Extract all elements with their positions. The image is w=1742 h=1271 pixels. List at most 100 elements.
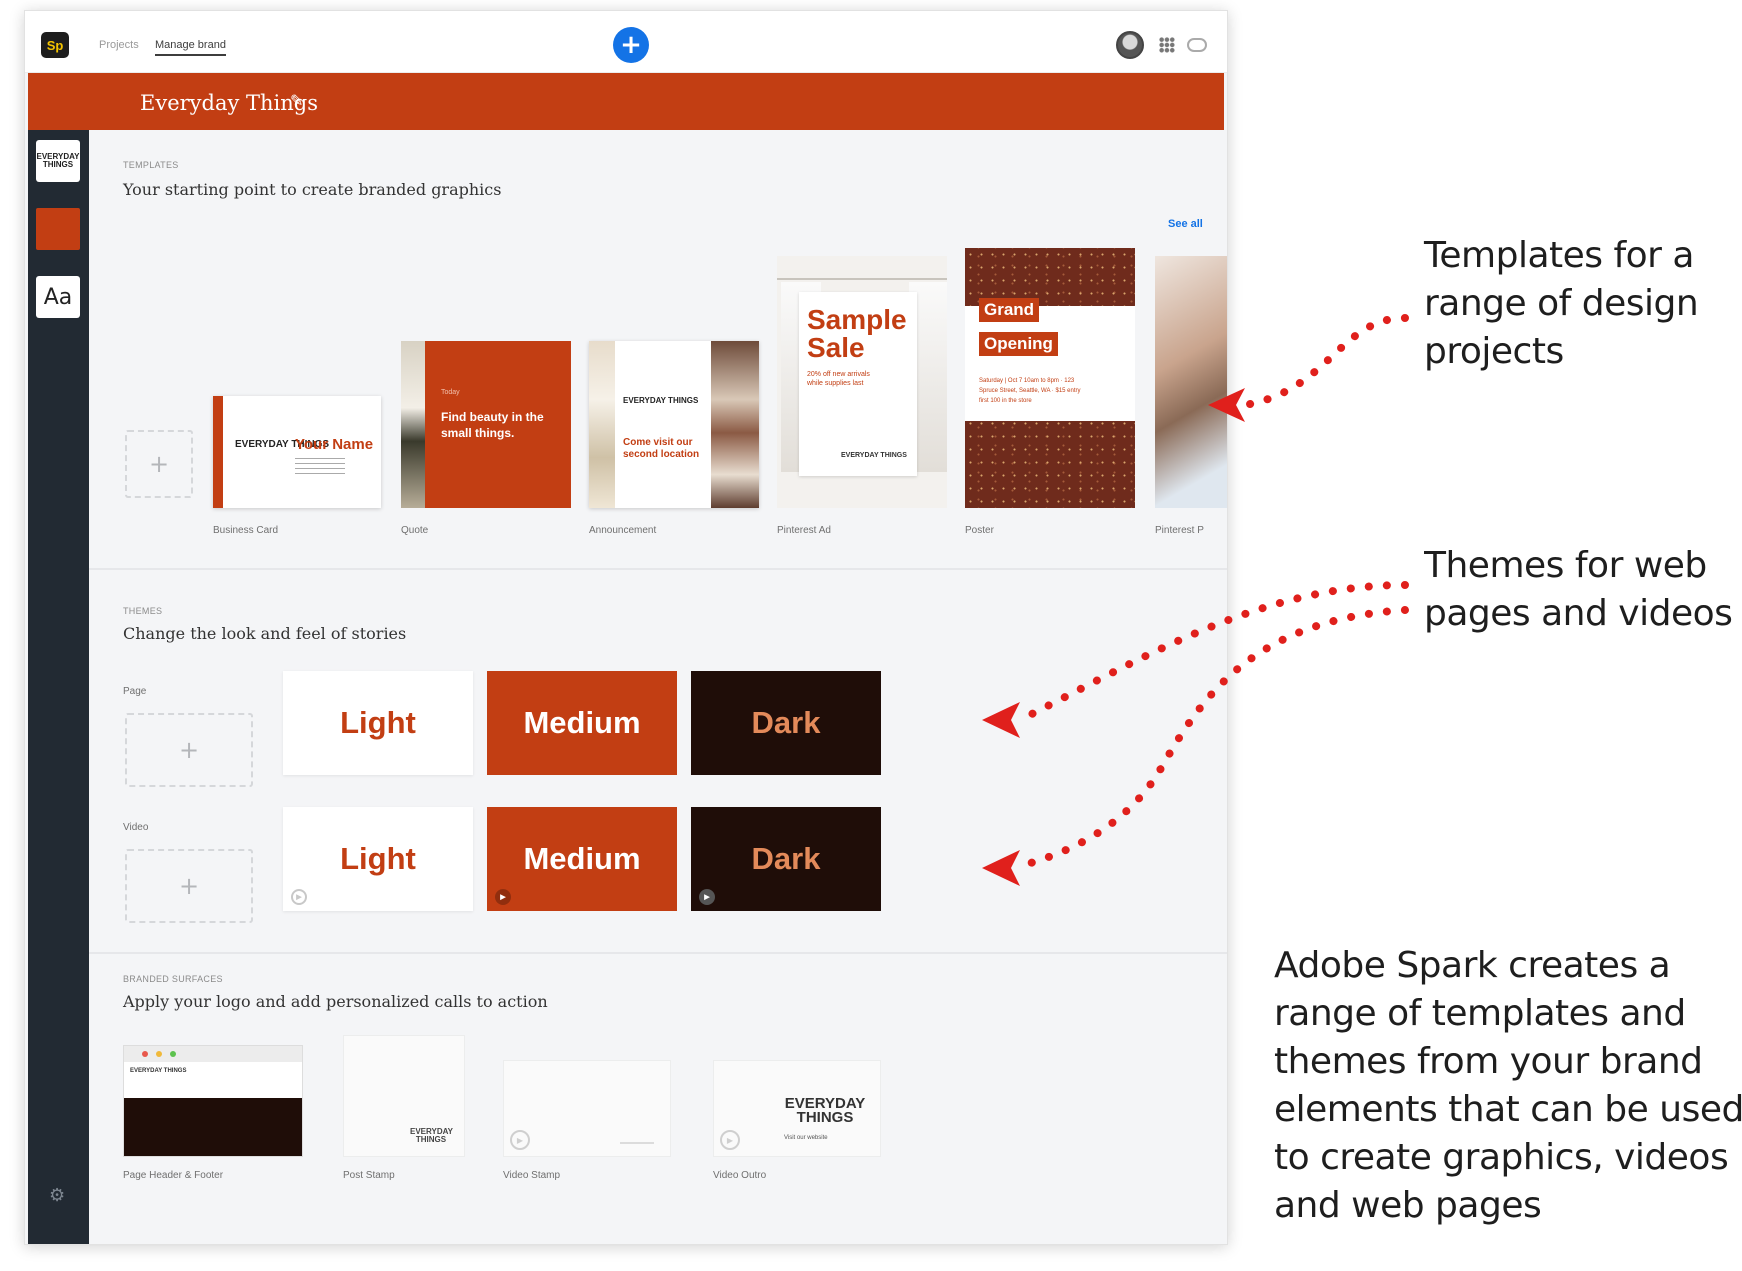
create-new-button[interactable]: + — [613, 27, 649, 63]
surface-video-stamp[interactable]: ▶ — [503, 1060, 671, 1157]
template-label: Pinterest P — [1155, 525, 1204, 536]
announcement-photo-right — [711, 341, 759, 508]
template-pinterest-post[interactable] — [1155, 256, 1227, 508]
chat-icon[interactable] — [1187, 38, 1207, 52]
template-poster[interactable]: Grand Opening Saturday | Oct 7 10am to 8… — [965, 248, 1135, 508]
clothes-rack — [777, 278, 947, 280]
quote-text: Find beauty in the small things. — [441, 410, 544, 440]
template-label: Quote — [401, 525, 429, 536]
templates-section-label: TEMPLATES — [123, 160, 179, 170]
add-video-theme-placeholder[interactable]: + — [125, 849, 253, 923]
surfaces-section-title: Apply your logo and add personalized cal… — [123, 992, 548, 1011]
outro-logo: EVERYDAY THINGS — [784, 1095, 866, 1126]
theme-label: Dark — [751, 705, 821, 740]
sidebar-color-swatch[interactable] — [36, 208, 80, 250]
surface-label: Video Stamp — [503, 1170, 561, 1181]
user-avatar[interactable] — [1116, 31, 1144, 59]
add-page-theme-placeholder[interactable]: + — [125, 713, 253, 787]
brand-sidebar: EVERYDAY THINGS Aa ⚙ — [28, 130, 89, 1244]
brand-header: Everyday Things ✎ — [28, 73, 1224, 130]
play-icon[interactable]: ▶ — [291, 889, 307, 905]
themes-section-title: Change the look and feel of stories — [123, 624, 407, 643]
template-pinterest-ad[interactable]: Sample Sale 20% off new arrivals while s… — [777, 256, 947, 508]
gear-icon[interactable]: ⚙ — [49, 1185, 65, 1206]
ad-logo: EVERYDAY THINGS — [841, 452, 907, 459]
theme-video-dark[interactable]: Dark ▶ — [691, 807, 881, 911]
section-divider — [89, 952, 1227, 954]
breadcrumb-manage-brand[interactable]: Manage brand — [155, 39, 226, 56]
play-icon[interactable]: ▶ — [720, 1130, 740, 1150]
annotation-templates: Templates for a range of design projects — [1424, 232, 1699, 376]
spark-logo[interactable]: Sp — [41, 32, 69, 58]
themes-section-label: THEMES — [123, 606, 163, 616]
arrow-path-templates — [1241, 314, 1409, 409]
surface-post-stamp[interactable]: EVERYDAY THINGS — [343, 1035, 465, 1157]
ad-headline: Sample Sale — [807, 304, 907, 363]
template-label: Pinterest Ad — [777, 525, 831, 536]
browser-dot — [156, 1051, 162, 1057]
quote-photo — [401, 341, 425, 508]
annotation-line: Adobe Spark creates a — [1274, 945, 1671, 986]
sidebar-logo-swatch[interactable]: EVERYDAY THINGS — [36, 140, 80, 182]
templates-section-title: Your starting point to create branded gr… — [123, 180, 502, 199]
template-quote[interactable]: Today Find beauty in the small things. — [401, 341, 571, 508]
page-footer-preview — [124, 1098, 302, 1156]
see-all-link[interactable]: See all — [1168, 218, 1203, 230]
theme-label: Medium — [523, 705, 641, 740]
annotation-themes: Themes for web pages and videos — [1424, 542, 1742, 638]
theme-video-medium[interactable]: Medium ▶ — [487, 807, 677, 911]
app-window: Sp Projects Manage brand + Everyday Thin… — [24, 10, 1228, 1245]
card-name: Your Name — [295, 436, 374, 453]
announcement-text: Come visit our second location — [623, 437, 700, 460]
theme-page-dark[interactable]: Dark — [691, 671, 881, 775]
theme-row-label-video: Video — [123, 822, 149, 833]
main-content: TEMPLATES Your starting point to create … — [89, 130, 1227, 1244]
annotation-line: range of templates and — [1274, 993, 1686, 1034]
announcement-photo-left — [589, 341, 615, 508]
add-template-placeholder[interactable]: + — [125, 430, 193, 498]
theme-label: Medium — [523, 841, 641, 876]
annotation-line: pages and videos — [1424, 593, 1733, 634]
annotation-line: themes from your brand — [1274, 1041, 1703, 1082]
template-label: Announcement — [589, 525, 657, 536]
theme-page-light[interactable]: Light — [283, 671, 473, 775]
template-business-card[interactable]: EVERYDAY THINGS Your Name — [213, 396, 381, 508]
browser-dot — [170, 1051, 176, 1057]
template-label: Business Card — [213, 525, 279, 536]
annotation-summary: Adobe Spark creates a range of templates… — [1274, 942, 1742, 1230]
theme-label: Light — [340, 841, 416, 876]
annotation-line: range of design — [1424, 283, 1699, 324]
play-icon[interactable]: ▶ — [699, 889, 715, 905]
theme-page-medium[interactable]: Medium — [487, 671, 677, 775]
card-text-lines — [295, 458, 345, 476]
pencil-icon[interactable]: ✎ — [290, 91, 303, 111]
poster-info: Saturday | Oct 7 10am to 8pm · 123 Spruc… — [979, 378, 1081, 404]
apps-grid-icon[interactable] — [1159, 37, 1175, 53]
breadcrumb-projects[interactable]: Projects — [99, 39, 139, 51]
annotation-line: and web pages — [1274, 1185, 1542, 1226]
sidebar-font-swatch[interactable]: Aa — [36, 276, 80, 318]
ad-subtext: 20% off new arrivals while supplies last — [807, 371, 870, 387]
top-bar: Sp Projects Manage brand + — [25, 11, 1227, 73]
stamp-logo: EVERYDAY THINGS — [410, 1127, 453, 1144]
surface-label: Page Header & Footer — [123, 1170, 224, 1181]
announcement-logo: EVERYDAY THINGS — [623, 396, 699, 405]
surface-label: Post Stamp — [343, 1170, 395, 1181]
annotation-line: elements that can be used — [1274, 1089, 1742, 1130]
browser-dot — [142, 1051, 148, 1057]
browser-bar — [124, 1046, 302, 1062]
surface-video-outro[interactable]: EVERYDAY THINGS Visit our website ▶ — [713, 1060, 881, 1157]
annotation-line: projects — [1424, 331, 1564, 372]
card-stripe — [213, 396, 223, 508]
plus-icon: + — [620, 30, 642, 60]
play-icon[interactable]: ▶ — [495, 889, 511, 905]
surface-page-header-footer[interactable]: EVERYDAY THINGS — [123, 1045, 303, 1157]
theme-video-light[interactable]: Light ▶ — [283, 807, 473, 911]
outro-subtext: Visit our website — [784, 1135, 828, 1141]
surface-label: Video Outro — [713, 1170, 767, 1181]
header-logo: EVERYDAY THINGS — [130, 1068, 187, 1074]
annotation-line: Themes for web — [1424, 545, 1707, 586]
poster-headline-1: Grand — [979, 298, 1040, 322]
template-announcement[interactable]: EVERYDAY THINGS Come visit our second lo… — [589, 341, 759, 508]
play-icon[interactable]: ▶ — [510, 1130, 530, 1150]
